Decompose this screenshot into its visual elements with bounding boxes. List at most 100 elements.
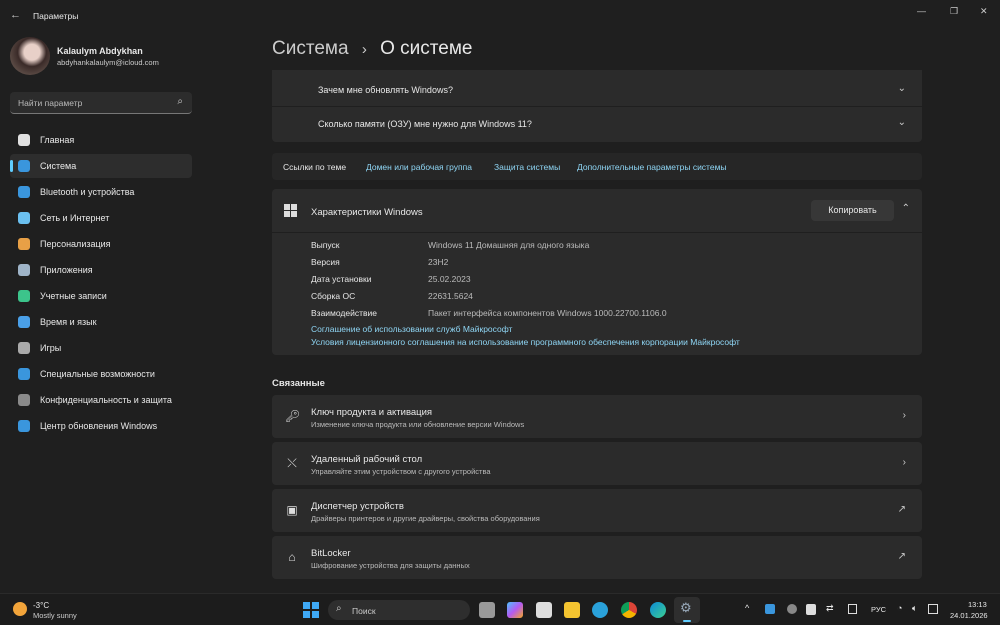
bitlocker-icon: ⌂ [288, 550, 296, 564]
clock-time[interactable]: 13:13 [968, 600, 987, 609]
spec-label: Сборка ОС [311, 291, 356, 301]
sidebar-item-7[interactable]: Время и язык [10, 310, 192, 334]
avatar[interactable] [10, 37, 50, 75]
minimize-button[interactable]: — [917, 6, 926, 16]
link-advanced-settings[interactable]: Дополнительные параметры системы [577, 162, 727, 172]
settings-taskbar-button[interactable]: ⚙ [674, 597, 700, 623]
chrome-icon[interactable] [621, 602, 637, 618]
breadcrumb-parent[interactable]: Система [272, 38, 349, 59]
nav-icon [18, 420, 30, 432]
search-icon: ⌕ [177, 96, 183, 107]
sidebar-item-0[interactable]: Главная [10, 128, 192, 152]
sidebar-item-label: Время и язык [40, 317, 97, 327]
sidebar-item-label: Центр обновления Windows [40, 421, 158, 431]
close-button[interactable]: ✕ [980, 6, 988, 17]
page-title: О системе [380, 38, 473, 59]
sidebar-item-3[interactable]: Сеть и Интернет [10, 206, 192, 230]
related-item[interactable]: ⤬ Удаленный рабочий стол Управляйте этим у… [272, 442, 922, 485]
sidebar-item-label: Специальные возможности [40, 369, 155, 379]
weather-text[interactable]: Mostly sunny [33, 611, 77, 620]
sidebar-item-5[interactable]: Приложения [10, 258, 192, 282]
services-agreement-link[interactable]: Соглашение об использовании служб Майкро… [311, 324, 512, 334]
related-item-subtitle: Шифрование устройства для защиты данных [311, 561, 470, 570]
user-email: abdyhankalaulym@icloud.com [57, 58, 159, 67]
sidebar-item-label: Bluetooth и устройства [40, 187, 135, 197]
related-item-subtitle: Изменение ключа продукта или обновление … [311, 420, 525, 429]
breadcrumb-separator: › [361, 41, 367, 58]
copy-button[interactable]: Копировать [811, 200, 894, 221]
faq-item[interactable]: Сколько памяти (ОЗУ) мне нужно для Windo… [272, 106, 922, 138]
search-icon: ⌕ [336, 603, 342, 614]
language-indicator[interactable]: РУС [871, 605, 886, 614]
telegram-icon[interactable] [592, 602, 608, 618]
links-label: Ссылки по теме [283, 162, 347, 172]
sidebar-item-1[interactable]: Система [10, 154, 192, 178]
tray-app-icon[interactable] [848, 604, 857, 614]
search-input[interactable]: Найти параметр ⌕ [10, 92, 192, 114]
license-terms-link[interactable]: Условия лицензионного соглашения на испо… [311, 337, 740, 347]
spec-label: Выпуск [311, 240, 340, 250]
clock-date[interactable]: 24.01.2026 [950, 611, 988, 620]
related-item[interactable]: ⌂ BitLocker Шифрование устройства для защи… [272, 536, 922, 579]
spec-value: Пакет интерфейса компонентов Windows 100… [428, 308, 667, 318]
edge-icon[interactable] [650, 602, 666, 618]
sidebar-item-8[interactable]: Игры [10, 336, 192, 360]
spec-value: Windows 11 Домашняя для одного языка [428, 240, 590, 250]
store-icon[interactable] [536, 602, 552, 618]
task-view-icon[interactable] [479, 602, 495, 618]
back-button[interactable]: ← [10, 9, 21, 21]
link-domain[interactable]: Домен или рабочая группа [366, 162, 472, 172]
sidebar-item-4[interactable]: Персонализация [10, 232, 192, 256]
sidebar-item-2[interactable]: Bluetooth и устройства [10, 180, 192, 204]
chevron-down-icon: ⌄ [897, 117, 906, 128]
faq-item[interactable]: Зачем мне обновлять Windows? ⌄ [272, 72, 922, 104]
weather-temp[interactable]: -3°C [33, 601, 49, 610]
chevron-up-icon[interactable]: ^ [745, 603, 749, 613]
sidebar-item-9[interactable]: Специальные возможности [10, 362, 192, 386]
specs-title: Характеристики Windows [311, 207, 423, 218]
nav-icon [18, 342, 30, 354]
tray-app-icon[interactable] [765, 604, 775, 614]
nav-icon [18, 290, 30, 302]
taskbar: -3°C Mostly sunny ⌕ Поиск ⚙ ^ ⇄ РУС ◔ 🔈︎… [0, 593, 1000, 625]
external-link-icon: ↗ [897, 551, 906, 562]
related-item-title: Удаленный рабочий стол [311, 454, 423, 465]
sidebar-item-label: Конфиденциальность и защита [40, 395, 172, 405]
sidebar-item-label: Сеть и Интернет [40, 213, 110, 223]
windows-specs-card: Характеристики Windows Копировать ⌃ Выпу… [272, 189, 922, 355]
sidebar-item-11[interactable]: Центр обновления Windows [10, 414, 192, 438]
nav-icon [18, 212, 30, 224]
external-link-icon: ↗ [897, 504, 906, 515]
spec-label: Дата установки [311, 274, 372, 284]
related-links-bar: Ссылки по теме Домен или рабочая группа … [272, 153, 922, 180]
file-explorer-icon[interactable] [564, 602, 580, 618]
related-item-subtitle: Драйверы принтеров и другие драйверы, св… [311, 514, 540, 523]
nav-icon [18, 264, 30, 276]
tray-app-icon[interactable] [806, 604, 816, 615]
maximize-button[interactable]: ❐ [950, 6, 958, 17]
tray-app-icon[interactable] [787, 604, 797, 614]
sidebar-item-10[interactable]: Конфиденциальность и защита [10, 388, 192, 412]
nav-icon [18, 134, 30, 146]
start-button[interactable] [303, 602, 319, 618]
volume-icon[interactable]: 🔈︎ [912, 603, 917, 614]
related-item[interactable]: 🔑︎ Ключ продукта и активация Изменение клю… [272, 395, 922, 438]
search-placeholder: Найти параметр [18, 98, 83, 108]
sidebar-item-label: Персонализация [40, 239, 111, 249]
related-item-title: Ключ продукта и активация [311, 407, 433, 418]
sidebar-item-6[interactable]: Учетные записи [10, 284, 192, 308]
copilot-icon[interactable] [507, 602, 523, 618]
taskbar-search[interactable]: ⌕ Поиск [328, 600, 470, 620]
battery-icon[interactable] [928, 604, 938, 614]
nav-icon [18, 394, 30, 406]
tray-app-icon[interactable]: ⇄ [826, 603, 834, 614]
breadcrumb: Система › О системе [272, 38, 472, 60]
related-item[interactable]: ▣ Диспетчер устройств Драйверы принтеров и… [272, 489, 922, 532]
sidebar-item-label: Система [40, 161, 77, 171]
key-icon: 🔑︎ [285, 409, 301, 423]
chevron-up-icon[interactable]: ⌃ [902, 203, 910, 214]
faq-question: Сколько памяти (ОЗУ) мне нужно для Windo… [318, 119, 532, 129]
wifi-icon[interactable]: ◔ [897, 603, 902, 613]
spec-value: 25.02.2023 [428, 274, 471, 284]
link-system-protection[interactable]: Защита системы [494, 162, 560, 172]
